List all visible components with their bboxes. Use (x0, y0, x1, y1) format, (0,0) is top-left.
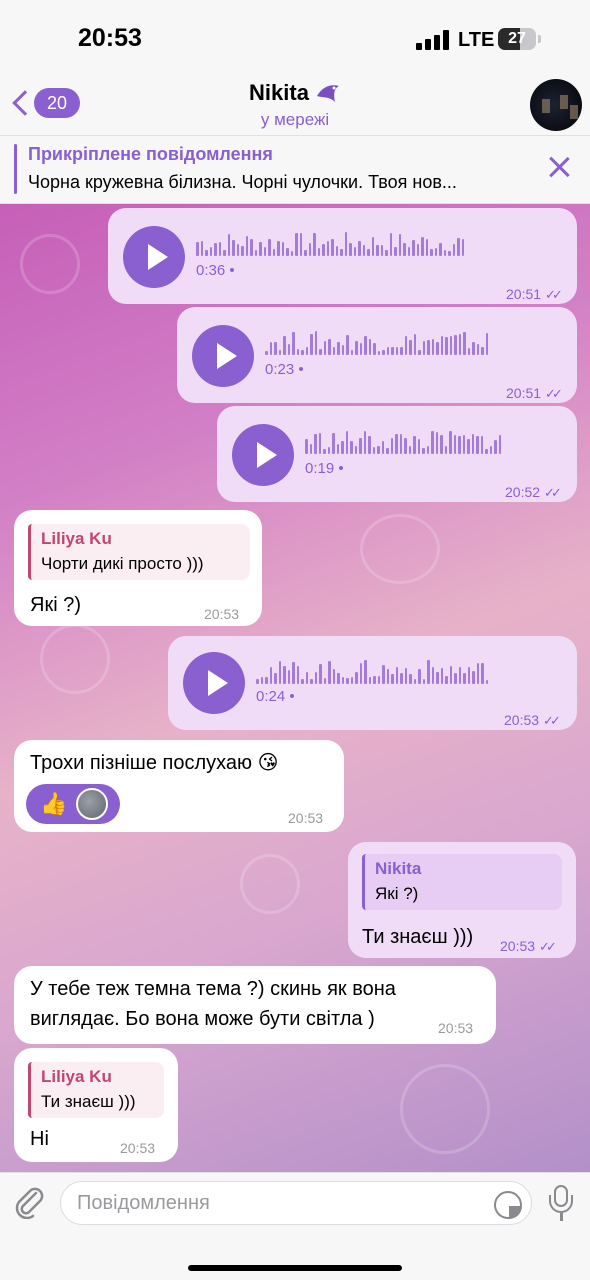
incoming-message[interactable]: У тебе теж темна тема ?) скинь як вона в… (14, 966, 496, 1044)
play-button[interactable] (123, 226, 185, 288)
status-bar: 20:53 LTE 27 (0, 0, 590, 80)
message-text: У тебе теж темна тема ?) скинь як вона в… (30, 978, 396, 1030)
voice-duration: 0:23 (265, 361, 304, 378)
incoming-message[interactable]: Liliya Ku Ти знаєш ))) Ні 20:53 (14, 1048, 178, 1162)
contact-status: у мережі (260, 110, 330, 129)
background-doodle (20, 234, 80, 294)
unread-count-badge: 20 (34, 88, 80, 118)
message-time: 20:51 ✓✓ (506, 385, 563, 401)
message-time: 20:53 (204, 606, 240, 622)
message-text: Ні (30, 1128, 49, 1150)
reply-quote[interactable]: Nikita Які ?) (362, 854, 562, 910)
close-icon[interactable] (546, 154, 572, 180)
chat-header: 20 Nikita у мережі (0, 70, 590, 136)
attach-paperclip-icon[interactable] (14, 1185, 46, 1219)
chat-area[interactable]: 0:36 20:51✓✓ 0:23 20:51✓✓ 0:19 20:52✓✓ L… (0, 204, 590, 1172)
message-time: 20:53 (120, 1140, 156, 1156)
signal-icon (416, 30, 450, 50)
voice-duration: 0:24 (256, 688, 295, 705)
read-ticks-icon: ✓✓ (543, 713, 561, 728)
voice-message[interactable]: 0:19 20:52✓✓ (217, 406, 577, 502)
voice-duration: 0:36 (196, 262, 235, 279)
pinned-label: Прикріплене повідомлення (28, 144, 273, 164)
pinned-message-bar[interactable]: Прикріплене повідомлення Чорна кружевна … (0, 136, 590, 204)
voice-message[interactable]: 0:24 20:53✓✓ (168, 636, 577, 730)
thumbs-up-reaction: 👍 (40, 791, 68, 816)
incoming-message[interactable]: Liliya Ku Чорти дикі просто ))) Які ?) 2… (14, 510, 262, 626)
reply-author: Liliya Ku (41, 1067, 112, 1086)
reactor-avatar (76, 788, 108, 820)
reaction-chip[interactable]: 👍 (26, 784, 120, 824)
waveform (265, 329, 555, 355)
reply-author: Nikita (375, 859, 422, 878)
read-ticks-icon: ✓✓ (539, 939, 557, 954)
message-time: 20:53 (438, 1020, 474, 1036)
battery-level: 27 (508, 30, 526, 47)
battery-icon: 27 (498, 28, 541, 50)
read-ticks-icon: ✓✓ (545, 386, 563, 401)
reply-quote[interactable]: Liliya Ku Ти знаєш ))) (28, 1062, 164, 1118)
home-indicator (188, 1265, 402, 1271)
message-time: 20:51 ✓✓ (506, 286, 563, 302)
contact-avatar[interactable] (530, 79, 582, 131)
play-button[interactable] (232, 424, 294, 486)
status-time: 20:53 (78, 24, 142, 52)
background-doodle (240, 854, 300, 914)
waveform (256, 658, 552, 684)
play-button[interactable] (183, 652, 245, 714)
message-text: Ти знаєш ))) (362, 926, 474, 948)
incoming-message[interactable]: Трохи пізніше послухаю 😘 👍 20:53 (14, 740, 344, 832)
waveform (305, 428, 555, 454)
contact-info[interactable]: Nikita у мережі (150, 80, 440, 130)
voice-duration: 0:19 (305, 460, 344, 477)
reply-text: Ти знаєш ))) (41, 1092, 136, 1111)
play-button[interactable] (192, 325, 254, 387)
message-time: 20:53 ✓✓ (500, 938, 557, 954)
composer-bar: Повідомлення (0, 1172, 590, 1280)
message-text: Трохи пізніше послухаю 😘 (30, 752, 279, 774)
back-button[interactable]: 20 (10, 86, 80, 120)
reply-text: Чорти дикі просто ))) (41, 554, 204, 573)
read-ticks-icon: ✓✓ (544, 485, 562, 500)
message-time: 20:53 ✓✓ (504, 712, 561, 728)
sticker-icon[interactable] (494, 1191, 522, 1219)
voice-message[interactable]: 0:23 20:51✓✓ (177, 307, 577, 403)
background-doodle (360, 514, 440, 584)
message-time: 20:52 ✓✓ (505, 484, 562, 500)
pinned-text: Чорна кружевна білизна. Чорні чулочки. Т… (28, 172, 457, 192)
bird-emoji-icon (316, 85, 339, 102)
reply-quote[interactable]: Liliya Ku Чорти дикі просто ))) (28, 524, 250, 580)
waveform (196, 230, 556, 256)
pinned-indicator (14, 144, 17, 194)
reply-text: Які ?) (375, 884, 419, 903)
network-label: LTE (458, 29, 495, 51)
outgoing-message[interactable]: Nikita Які ?) Ти знаєш ))) 20:53 ✓✓ (348, 842, 576, 958)
contact-name-row: Nikita (249, 80, 341, 106)
microphone-icon[interactable] (548, 1185, 574, 1223)
voice-message[interactable]: 0:36 20:51✓✓ (108, 208, 577, 304)
contact-name: Nikita (249, 80, 309, 105)
background-doodle (400, 1064, 490, 1154)
background-doodle (40, 624, 110, 694)
message-text: Які ?) (30, 594, 81, 616)
message-input[interactable]: Повідомлення (60, 1181, 532, 1225)
message-placeholder: Повідомлення (77, 1192, 210, 1214)
read-ticks-icon: ✓✓ (545, 287, 563, 302)
message-time: 20:53 (288, 810, 324, 826)
reply-author: Liliya Ku (41, 529, 112, 548)
